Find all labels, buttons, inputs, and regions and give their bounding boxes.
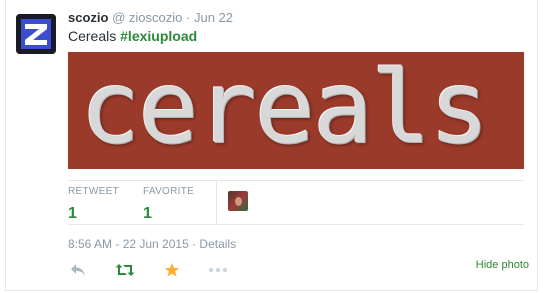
favorite-count: 1 (143, 205, 152, 222)
star-icon (164, 263, 180, 277)
avatar[interactable] (16, 14, 56, 54)
reply-button[interactable] (68, 260, 88, 280)
photo-embossed-text: cereals (80, 52, 489, 166)
more-button[interactable] (208, 260, 228, 280)
favoriter-avatar[interactable] (228, 191, 248, 211)
retweet-count: 1 (68, 205, 77, 222)
tweet-text-plain: Cereals (68, 28, 121, 44)
user-handle[interactable]: @ zioscozio (112, 10, 182, 25)
hide-photo-link[interactable]: Hide photo (476, 259, 529, 271)
user-fullname[interactable]: scozio (68, 10, 108, 25)
tweet-photo[interactable]: cereals (68, 52, 524, 169)
tweet-timestamp[interactable]: 8:56 AM - 22 Jun 2015 · Details (68, 237, 236, 251)
reply-icon (71, 264, 85, 276)
header-separator: · (186, 10, 191, 25)
favorite-stat[interactable]: FAVORITE 1 (143, 186, 194, 223)
divider (68, 180, 524, 181)
tweet-header: scozio @ zioscozio · Jun 22 (68, 10, 233, 25)
avatar-logo-icon (16, 14, 56, 54)
hashtag-link[interactable]: #lexiupload (120, 28, 197, 44)
stats-divider (216, 180, 217, 224)
tweet-text: Cereals #lexiupload (68, 28, 197, 44)
retweet-label: RETWEET (68, 186, 119, 197)
favoriter-face (235, 197, 242, 206)
tweet-date[interactable]: Jun 22 (194, 10, 233, 25)
divider (68, 224, 524, 225)
retweet-stat[interactable]: RETWEET 1 (68, 186, 119, 223)
favorite-label: FAVORITE (143, 186, 195, 197)
more-icon (208, 267, 228, 273)
retweet-icon (115, 264, 135, 276)
retweet-button[interactable] (115, 260, 135, 280)
favorite-button[interactable] (162, 260, 182, 280)
